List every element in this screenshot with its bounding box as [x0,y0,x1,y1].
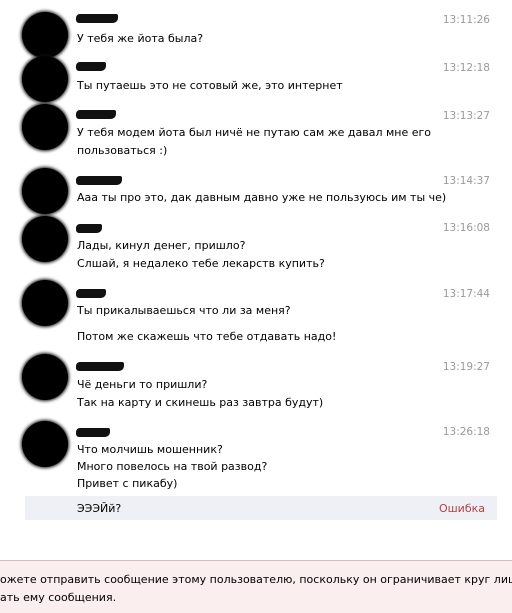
notice-text-line: ать ему сообщения. [0,591,117,604]
message-text: Лады, кинул денег, пришло? [77,239,246,252]
avatar[interactable] [22,168,68,214]
sender-name-redacted[interactable] [76,428,110,437]
message-text: Чё деньги то пришли? [77,378,208,391]
message-text: Ты прикалываешься что ли за меня? [77,304,291,317]
sender-name-redacted[interactable] [76,362,124,371]
avatar[interactable] [22,104,68,150]
message-text: Потом же скажешь что тебе отдавать надо! [77,330,337,343]
error-status-link[interactable]: Ошибка [439,502,485,515]
message-text: Ты путаешь это не сотовый же, это интерн… [77,79,343,92]
message-text: Слшай, я недалеко тебе лекарств купить? [77,257,325,270]
avatar[interactable] [22,216,68,262]
message-time: 13:13:27 [442,110,490,122]
failed-message-row[interactable]: ЭЭЭЙй? Ошибка [25,496,497,520]
sender-name-redacted[interactable] [76,289,106,298]
message-text: Много повелось на твой развод? [77,460,268,473]
sender-name-redacted[interactable] [76,62,106,71]
message-text: Что молчишь мошенник? [77,443,223,456]
message-text: У тебя же йота была? [77,32,204,45]
message-time: 13:19:27 [442,361,490,373]
message-time: 13:14:37 [442,175,490,187]
message-time: 13:26:18 [442,426,490,438]
message-text: У тебя модем йота был ничё не путаю сам … [77,126,432,139]
notice-text-line: ожете отправить сообщение этому пользова… [0,573,512,586]
avatar[interactable] [22,12,68,58]
avatar[interactable] [22,421,68,467]
send-restriction-notice: ожете отправить сообщение этому пользова… [0,560,512,613]
avatar[interactable] [22,56,68,102]
sender-name-redacted[interactable] [76,224,102,233]
message-text: Ааа ты про это, дак давным давно уже не … [77,191,447,204]
avatar[interactable] [22,280,68,326]
failed-message-text: ЭЭЭЙй? [77,502,122,515]
message-text: пользоваться :) [77,144,168,157]
message-text: Так на карту и скинешь раз завтра будут) [77,396,324,409]
avatar[interactable] [22,354,68,400]
message-text: Привет с пикабу) [77,477,178,490]
message-time: 13:17:44 [442,288,490,300]
message-time: 13:12:18 [442,62,490,74]
chat-history: 13:11:26 У тебя же йота была? 13:12:18 Т… [0,0,512,545]
sender-name-redacted[interactable] [76,110,116,119]
message-time: 13:16:08 [442,222,490,234]
sender-name-redacted[interactable] [76,14,118,23]
message-time: 13:11:26 [442,14,490,26]
sender-name-redacted[interactable] [76,176,122,185]
